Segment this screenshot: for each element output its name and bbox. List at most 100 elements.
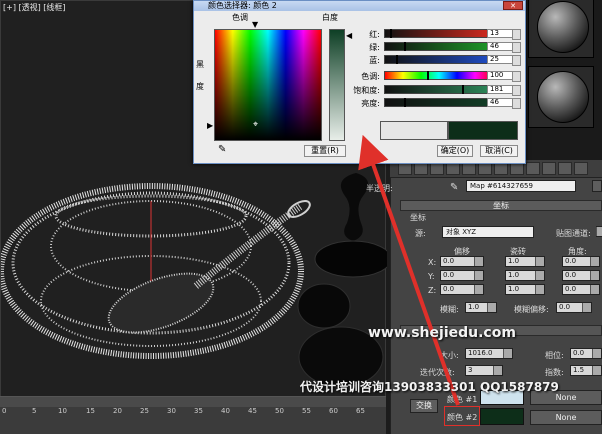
map-name-dropdown[interactable]: Map #614327659 — [466, 180, 576, 192]
map-channel-label: 贴图通道: — [556, 229, 591, 238]
go-sibling-icon[interactable] — [574, 162, 588, 175]
map2-button[interactable]: None — [530, 410, 602, 425]
color-picker-dialog: 颜色选择器: 颜色 2 ✕ 色调 白度 黑 度 ▼ ◀ ▶ ⌖ ✎ 重置(R) … — [193, 0, 526, 164]
timeline-tick: 20 — [113, 407, 122, 415]
blur-spinner[interactable]: 1.0 — [465, 302, 497, 313]
axis-label: X: — [428, 258, 437, 267]
reset-button[interactable]: 重置(R) — [304, 145, 346, 157]
coordinates-rollout[interactable]: 坐标 — [400, 200, 602, 211]
map-channel-spinner[interactable] — [596, 226, 602, 237]
angle-z-spinner[interactable]: 0.0 — [562, 284, 600, 295]
slider-thumb[interactable] — [427, 71, 430, 80]
original-color-swatch — [380, 121, 448, 140]
material-slot[interactable] — [528, 0, 594, 58]
new-color-swatch — [448, 121, 518, 140]
cancel-button[interactable]: 取消(C) — [480, 145, 518, 157]
timeline-tick: 55 — [302, 407, 311, 415]
color-slider[interactable] — [384, 29, 494, 38]
slider-thumb[interactable] — [461, 85, 464, 94]
material-slot[interactable] — [528, 66, 594, 128]
blackness-pointer-icon[interactable]: ▶ — [207, 121, 213, 130]
slider-value-spinner[interactable]: 181 — [487, 85, 521, 96]
timeline-tick: 30 — [167, 407, 176, 415]
whiteness-label: 白度 — [322, 13, 338, 22]
show-end-icon[interactable] — [542, 162, 556, 175]
opacity-label: 半透明: — [366, 184, 393, 193]
close-icon[interactable]: ✕ — [503, 1, 523, 10]
slider-label: 蓝: — [369, 56, 380, 65]
whiteness-bar[interactable] — [329, 29, 345, 141]
timeline-tick: 35 — [194, 407, 203, 415]
blur-offset-label: 模糊偏移: — [514, 305, 549, 314]
blur-label: 模糊: — [440, 305, 459, 314]
source-dropdown[interactable]: 对象 XYZ — [442, 226, 534, 238]
color-slider[interactable] — [384, 85, 494, 94]
slider-value-spinner[interactable]: 46 — [487, 98, 521, 109]
color-slider[interactable] — [384, 71, 494, 80]
timeline-tick: 40 — [221, 407, 230, 415]
hue-blackness-field[interactable]: ⌖ — [214, 29, 322, 141]
timeline-tick: 65 — [356, 407, 365, 415]
size-spinner[interactable]: 1016.0 — [465, 348, 513, 359]
tiling-x-spinner[interactable]: 1.0 — [505, 256, 545, 267]
ok-button[interactable]: 确定(O) — [437, 145, 473, 157]
iterations-label: 迭代次数: — [420, 368, 455, 377]
color2-swatch[interactable] — [480, 408, 524, 425]
timeline-tick: 10 — [58, 407, 67, 415]
show-map-icon[interactable] — [526, 162, 540, 175]
size-label: 大小: — [440, 351, 459, 360]
eyedropper-icon[interactable]: ✎ — [450, 182, 458, 193]
hue-pointer-icon[interactable]: ▼ — [252, 20, 258, 29]
blur-offset-spinner[interactable]: 0.0 — [556, 302, 592, 313]
slider-thumb[interactable] — [390, 29, 393, 38]
exponent-spinner[interactable]: 1.5 — [570, 365, 602, 376]
material-sphere — [537, 1, 589, 53]
timeline-tick: 5 — [32, 407, 37, 415]
slider-value-spinner[interactable]: 13 — [487, 29, 521, 40]
offset-z-spinner[interactable]: 0.0 — [440, 284, 484, 295]
axis-label: Y: — [428, 272, 435, 281]
slider-thumb[interactable] — [395, 55, 398, 64]
blackness-label-2: 度 — [196, 82, 204, 91]
color-slider[interactable] — [384, 42, 494, 51]
iterations-spinner[interactable]: 3 — [465, 365, 503, 376]
slider-thumb[interactable] — [404, 98, 407, 107]
exponent-label: 指数: — [545, 368, 564, 377]
timeline-tick: 15 — [86, 407, 95, 415]
watermark-contact: 代设计培训咨询13903833301 QQ1587879 — [300, 380, 559, 394]
angle-y-spinner[interactable]: 0.0 — [562, 270, 600, 281]
map-type-button[interactable] — [592, 180, 602, 192]
hue-label: 色调 — [232, 13, 248, 22]
slider-label: 色调: — [361, 72, 380, 81]
color-slider[interactable] — [384, 98, 494, 107]
coord-group-label: 坐标 — [410, 213, 426, 222]
color-slider[interactable] — [384, 55, 494, 64]
axis-label: Z: — [428, 286, 437, 295]
slider-label: 绿: — [369, 43, 380, 52]
slider-value-spinner[interactable]: 46 — [487, 42, 521, 53]
timeline-tick: 45 — [248, 407, 257, 415]
slider-value-spinner[interactable]: 100 — [487, 71, 521, 82]
offset-x-spinner[interactable]: 0.0 — [440, 256, 484, 267]
crosshair-icon: ⌖ — [253, 120, 259, 130]
angle-x-spinner[interactable]: 0.0 — [562, 256, 600, 267]
go-parent-icon[interactable] — [558, 162, 572, 175]
swap-button[interactable]: 交换 — [410, 399, 438, 413]
timeline[interactable]: 0 5 10 15 20 25 30 35 40 45 50 55 60 65 — [0, 396, 386, 434]
timeline-track[interactable] — [0, 397, 386, 407]
offset-y-spinner[interactable]: 0.0 — [440, 270, 484, 281]
slider-label: 红: — [369, 30, 380, 39]
dialog-title: 颜色选择器: 颜色 2 — [194, 1, 525, 11]
phase-spinner[interactable]: 0.0 — [570, 348, 602, 359]
timeline-tick: 25 — [140, 407, 149, 415]
tiling-z-spinner[interactable]: 1.0 — [505, 284, 545, 295]
timeline-tick: 50 — [275, 407, 284, 415]
slider-thumb[interactable] — [404, 42, 407, 51]
tiling-y-spinner[interactable]: 1.0 — [505, 270, 545, 281]
highlight-box — [444, 406, 480, 426]
slider-value-spinner[interactable]: 25 — [487, 55, 521, 66]
color1-label: 颜色 #1 — [447, 395, 478, 404]
slider-label: 亮度: — [361, 99, 380, 108]
eyedropper-icon[interactable]: ✎ — [218, 144, 226, 155]
timeline-tick: 0 — [2, 407, 7, 415]
